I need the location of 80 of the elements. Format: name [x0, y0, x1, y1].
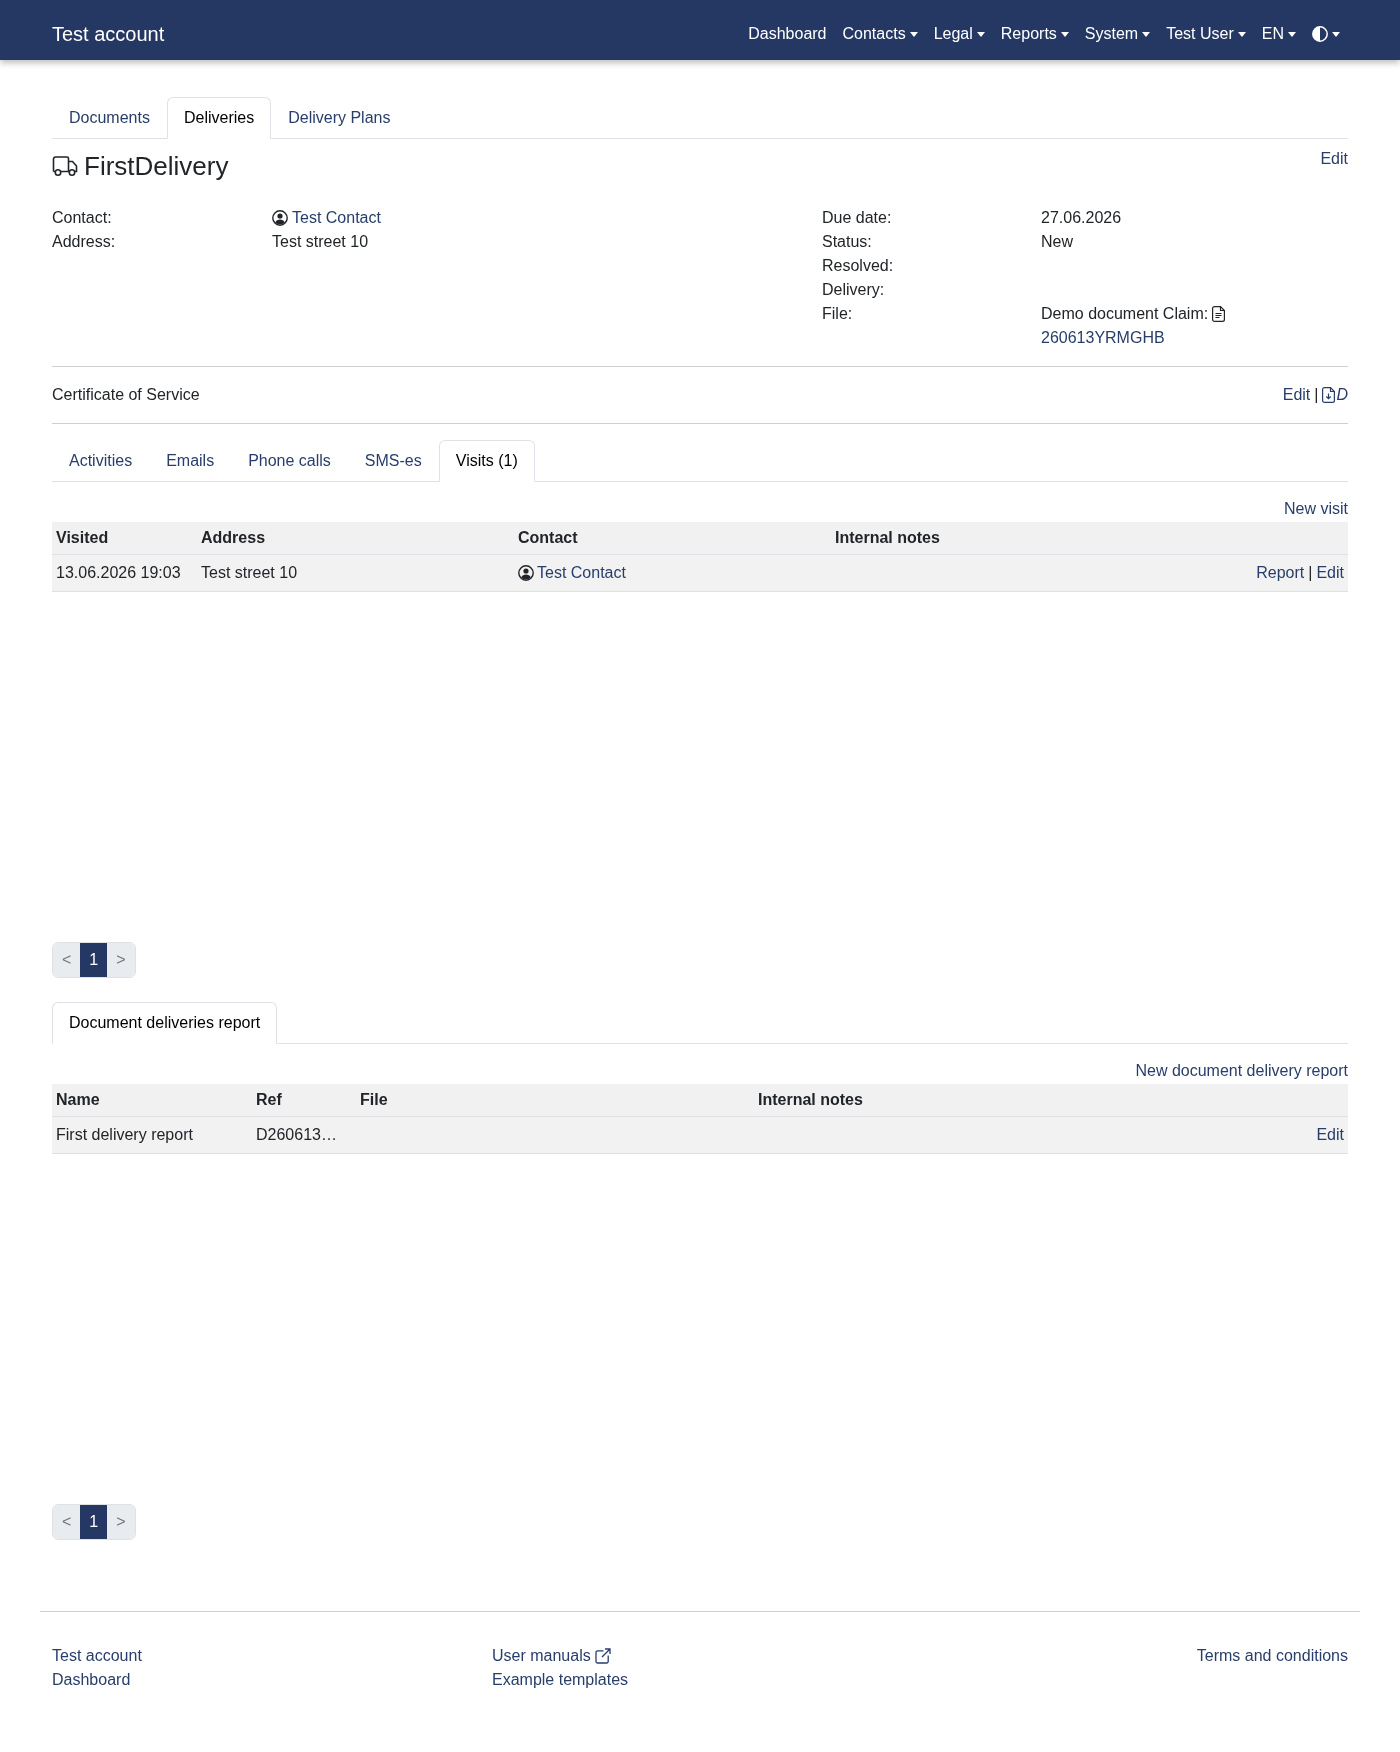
nav-menu-button[interactable]: System — [1076, 14, 1159, 54]
detail-label: Due date: — [822, 208, 893, 228]
nav-link[interactable]: Dashboard — [740, 14, 835, 54]
detail-label: Status: — [822, 232, 873, 252]
caret-icon — [976, 31, 985, 37]
contrast-icon — [1312, 26, 1328, 42]
contact-link[interactable]: Test Contact — [537, 561, 626, 585]
page-title: FirstDelivery — [84, 151, 229, 182]
tab[interactable]: Visits (1) — [438, 440, 535, 482]
next-page-button[interactable]: > — [107, 1505, 135, 1539]
detail-label: File: — [822, 304, 854, 324]
new-visit-link[interactable]: New visit — [1284, 497, 1348, 521]
edit-link[interactable]: Edit — [1320, 147, 1348, 171]
link-separator: | — [1314, 385, 1319, 405]
document-icon[interactable] — [1212, 306, 1226, 322]
contact-link[interactable]: Test Contact — [292, 206, 381, 230]
column-header: Internal notes — [834, 528, 941, 548]
footer-link[interactable]: Terms and conditions — [1196, 1644, 1348, 1668]
tab[interactable]: Activities — [52, 440, 150, 482]
file-download-icon[interactable] — [1322, 387, 1336, 403]
next-page-button[interactable]: > — [107, 943, 135, 977]
person-circle-icon — [272, 210, 288, 226]
truck-icon — [52, 156, 78, 177]
detail-label: Resolved: — [822, 256, 895, 276]
tab[interactable]: SMS-es — [347, 440, 439, 482]
caret-icon — [1288, 31, 1296, 37]
nav-menu-button[interactable]: Contacts — [834, 14, 926, 54]
detail-value: Test street 10 — [272, 232, 369, 252]
caret-icon — [909, 31, 918, 37]
column-header: Contact — [517, 528, 579, 548]
nav-menu-button[interactable]: EN — [1253, 14, 1304, 54]
footer-link[interactable]: Example templates — [492, 1668, 629, 1692]
caret-icon — [1332, 31, 1340, 37]
nav-menu-button[interactable]: Legal — [925, 14, 993, 54]
footer-link[interactable]: User manuals — [492, 1644, 611, 1668]
tab[interactable]: Documents — [52, 97, 167, 139]
column-header: File — [359, 1090, 389, 1110]
caret-icon — [1060, 31, 1069, 37]
brand-link[interactable]: Test account — [52, 19, 165, 49]
link-separator: | — [1308, 563, 1313, 583]
tab[interactable]: Document deliveries report — [52, 1002, 278, 1044]
detail-value: New — [1041, 232, 1073, 252]
column-header: Address — [200, 528, 267, 548]
detail-value: Demo document Claim: — [1041, 304, 1209, 324]
action-link[interactable]: Edit — [1316, 1123, 1344, 1147]
download-link[interactable]: D — [1322, 383, 1348, 407]
file-link[interactable]: 260613YRMGHB — [1041, 326, 1348, 350]
caret-icon — [1237, 31, 1246, 37]
page-button[interactable]: 1 — [80, 943, 108, 977]
external-link-icon[interactable] — [594, 1648, 611, 1664]
tab[interactable]: Phone calls — [231, 440, 348, 482]
column-header: Name — [55, 1090, 101, 1110]
table-cell-text: 13.06.2026 19:03 — [56, 563, 181, 583]
detail-label: Address: — [52, 232, 117, 252]
tab[interactable]: Deliveries — [166, 97, 272, 139]
footer-link[interactable]: Test account — [52, 1644, 142, 1668]
certificate-title: Certificate of Service — [52, 385, 200, 405]
column-header: Visited — [55, 528, 110, 548]
action-link[interactable]: Edit — [1316, 561, 1344, 585]
detail-label: Contact: — [52, 208, 113, 228]
nav-menu-button[interactable]: Reports — [992, 14, 1077, 54]
detail-label: Delivery: — [822, 280, 886, 300]
footer-link[interactable]: Dashboard — [52, 1668, 131, 1692]
caret-icon — [1142, 31, 1151, 37]
page-button[interactable]: 1 — [80, 1505, 108, 1539]
previous-page-button[interactable]: < — [53, 943, 81, 977]
column-header: Ref — [255, 1090, 283, 1110]
person-circle-icon — [518, 565, 534, 581]
table-cell-text: First delivery report — [56, 1125, 193, 1145]
table-cell-text: Test street 10 — [201, 563, 298, 583]
column-header: Internal notes — [757, 1090, 864, 1110]
edit-link[interactable]: Edit — [1282, 383, 1311, 407]
tab[interactable]: Emails — [149, 440, 232, 482]
previous-page-button[interactable]: < — [53, 1505, 81, 1539]
nav-menu-button[interactable]: Test User — [1158, 14, 1254, 54]
action-link[interactable]: Report — [1256, 561, 1305, 585]
detail-value: 27.06.2026 — [1041, 208, 1122, 228]
tab[interactable]: Delivery Plans — [271, 97, 408, 139]
table-cell-text: D260613… — [256, 1125, 337, 1145]
new-report-link[interactable]: New document delivery report — [1135, 1059, 1348, 1083]
